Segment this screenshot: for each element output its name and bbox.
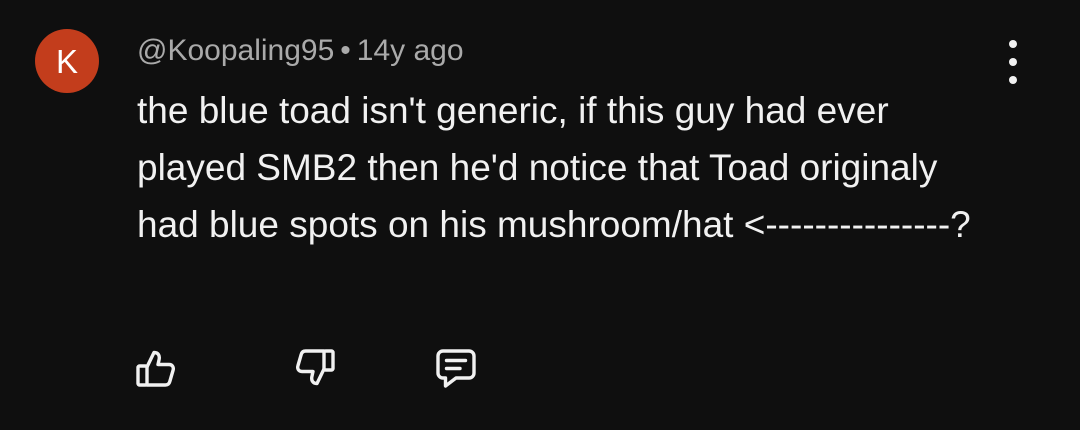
comment-text-line: the blue toad isn't generic, if this guy…: [137, 90, 889, 131]
comment-text-line: had blue spots on his mushroom/hat <----…: [137, 204, 971, 245]
thumbs-down-icon: [296, 349, 335, 386]
menu-dot: [1009, 40, 1017, 48]
dislike-button[interactable]: [293, 346, 337, 390]
reply-button[interactable]: [434, 346, 478, 390]
thumbs-up-icon: [136, 350, 175, 387]
meta-separator: •: [340, 34, 351, 67]
avatar[interactable]: K: [35, 29, 99, 93]
menu-dot: [1009, 58, 1017, 66]
comment: K @Koopaling95 • 14y ago the blue toad isn…: [0, 0, 1080, 430]
comment-text: the blue toad isn't generic, if this guy…: [137, 82, 1037, 253]
like-button[interactable]: [134, 346, 178, 390]
comment-age: 14y ago: [356, 34, 464, 67]
comment-text-line: played SMB2 then he'd notice that Toad o…: [137, 147, 938, 188]
avatar-letter: K: [55, 42, 78, 80]
reply-comment-icon: [436, 349, 476, 388]
more-vertical-icon[interactable]: [996, 40, 1030, 84]
author-handle[interactable]: @Koopaling95: [137, 34, 334, 67]
comment-meta: @Koopaling95 • 14y ago: [137, 33, 464, 69]
